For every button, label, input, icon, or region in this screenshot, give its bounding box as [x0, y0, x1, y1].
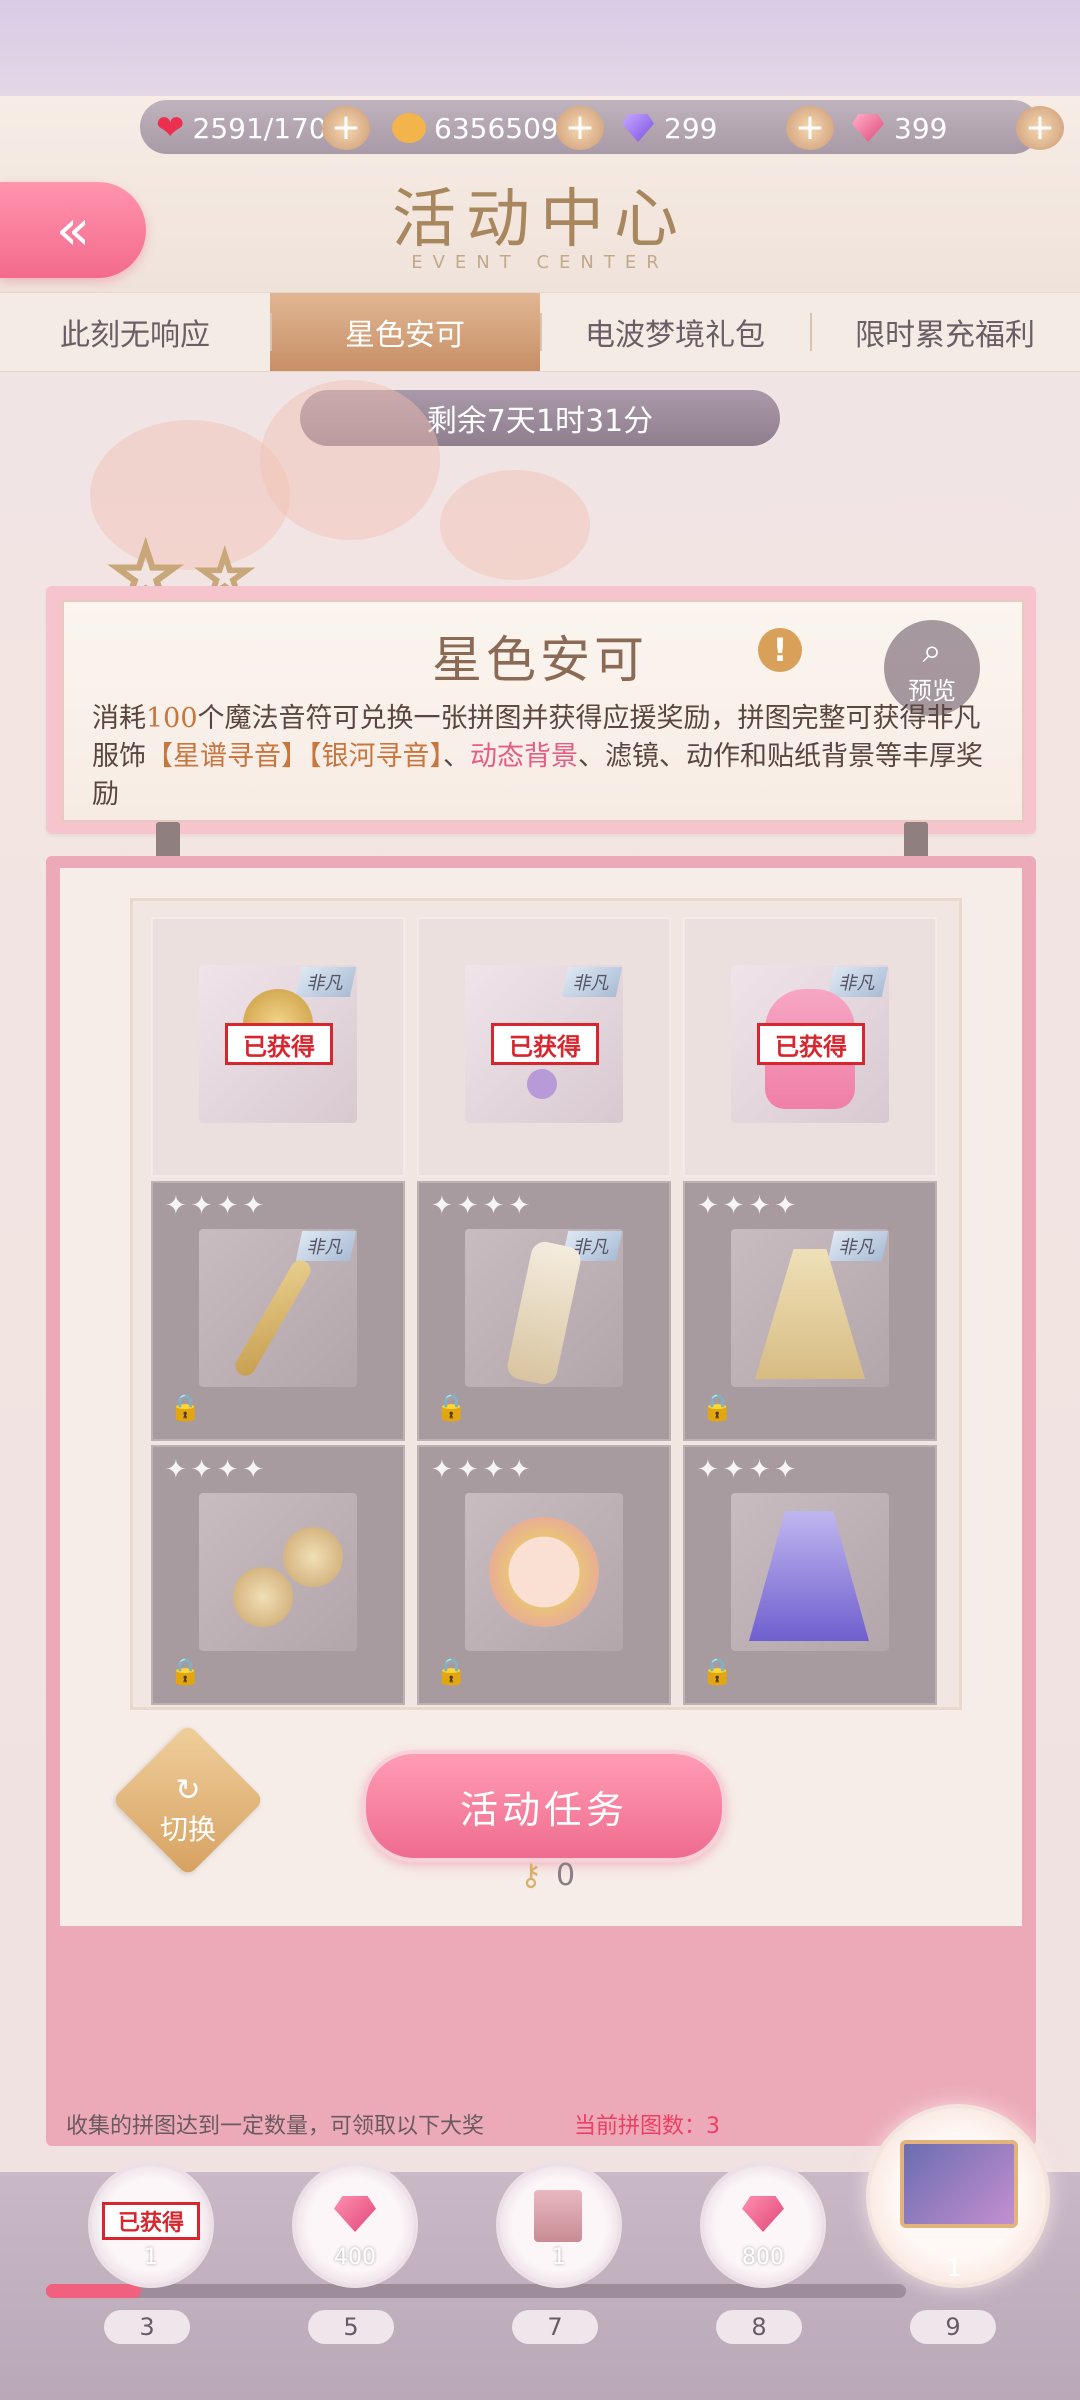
sparkle-icon: ✦✦✦✦: [165, 1455, 269, 1485]
reward-count: 1: [144, 2245, 158, 2270]
tab-bar: 此刻无响应 星色安可 电波梦境礼包 限时累充福利: [0, 292, 1080, 372]
puzzle-cell[interactable]: ✦✦✦✦ 非凡 🔒: [151, 1181, 405, 1441]
switch-label: 切换: [159, 1812, 216, 1846]
tab-dream-pack[interactable]: 电波梦境礼包: [540, 293, 810, 371]
milestone-label: 9: [910, 2310, 996, 2344]
earring-left-icon: [233, 1567, 293, 1627]
reward-count: 1: [552, 2245, 566, 2270]
magnifier-icon: ⌕: [922, 630, 942, 671]
lock-icon: 🔒: [169, 1393, 202, 1423]
rarity-badge: 非凡: [827, 967, 889, 997]
key-counter: ⚷ 0: [520, 1858, 575, 1893]
reward-slot[interactable]: 1: [496, 2162, 622, 2288]
key-count: 0: [555, 1858, 576, 1893]
switch-button-label[interactable]: ↻ 切换: [134, 1756, 242, 1864]
add-coins-button[interactable]: +: [556, 106, 604, 150]
lock-icon: 🔒: [435, 1657, 468, 1687]
lock-icon: 🔒: [701, 1657, 734, 1687]
obtained-stamp: 已获得: [757, 1023, 865, 1065]
rarity-badge: 非凡: [827, 1231, 889, 1261]
resource-coins: 63565093: [392, 106, 577, 150]
treasure-chest-icon: [900, 2140, 1018, 2228]
pink-diamond-icon: [852, 114, 884, 142]
sparkle-icon: ✦✦✦✦: [697, 1191, 801, 1221]
reward-slot[interactable]: 400: [292, 2162, 418, 2288]
current-puzzle-count: 当前拼图数：3: [574, 2114, 720, 2139]
event-task-button[interactable]: 活动任务: [362, 1750, 726, 1862]
rarity-badge: 非凡: [561, 967, 623, 997]
desc-item-1: 【星谱寻音】: [146, 741, 308, 772]
lock-icon: 🔒: [435, 1393, 468, 1423]
coin-icon: [392, 113, 426, 143]
earring-icon: [527, 1069, 557, 1099]
rarity-badge: 非凡: [295, 1231, 357, 1261]
pink-diamond-icon: [742, 2196, 784, 2232]
milestone-label: 3: [104, 2310, 190, 2344]
tab-no-response[interactable]: 此刻无响应: [0, 293, 270, 371]
sparkle-icon: ✦✦✦✦: [431, 1191, 535, 1221]
milestone-label: 7: [512, 2310, 598, 2344]
progress-fill: [46, 2284, 141, 2298]
resource-diamond: 299: [622, 106, 717, 150]
decor-petal: [440, 470, 590, 580]
puzzle-cell[interactable]: ✦✦✦✦ 非凡 🔒: [417, 1181, 671, 1441]
add-stamina-button[interactable]: +: [322, 106, 370, 150]
puzzle-grid: 非凡 已获得 非凡 已获得 非凡 已获得 ✦✦✦✦ 非凡 🔒 ✦✦✦✦ 非凡 🔒…: [130, 898, 962, 1710]
obtained-stamp: 已获得: [102, 2202, 200, 2240]
makeup-face-icon: [489, 1517, 599, 1627]
pink-diamond-icon: [334, 2196, 376, 2232]
reward-slot[interactable]: 800: [700, 2162, 826, 2288]
sparkle-icon: ✦✦✦✦: [431, 1455, 535, 1485]
desc-text: 、: [443, 741, 470, 772]
puzzle-cell[interactable]: ✦✦✦✦ 🔒: [417, 1445, 671, 1705]
desc-number: 100: [146, 703, 198, 734]
page-title: 活动中心: [392, 183, 688, 257]
puzzle-cell[interactable]: ✦✦✦✦ 🔒: [683, 1445, 937, 1705]
key-icon: ⚷: [520, 1858, 542, 1893]
avatar-icon: [534, 2190, 582, 2242]
obtained-stamp: 已获得: [491, 1023, 599, 1065]
milestone-label: 5: [308, 2310, 394, 2344]
desc-dynamic-bg: 动态背景: [470, 741, 578, 772]
tab-star-encore[interactable]: 星色安可: [270, 293, 540, 371]
stamina-value: 2591/170: [192, 111, 327, 145]
sparkle-icon: ✦✦✦✦: [165, 1191, 269, 1221]
add-diamond-button[interactable]: +: [786, 106, 834, 150]
reward-count: 800: [742, 2245, 784, 2270]
desc-text: 消耗: [92, 703, 146, 734]
diamond-icon: [622, 114, 654, 142]
milestone-label: 8: [716, 2310, 802, 2344]
sparkle-icon: ✦✦✦✦: [697, 1455, 801, 1485]
add-pink-diamond-button[interactable]: +: [1016, 106, 1064, 150]
diamond-value: 299: [664, 111, 718, 145]
grand-reward-count: 1: [946, 2254, 962, 2282]
decor-petal: [260, 380, 440, 540]
page-subtitle: EVENT CENTER: [411, 252, 669, 273]
resource-stamina: ❤ 2591/170: [156, 106, 327, 150]
heart-icon: ❤: [156, 108, 185, 148]
refresh-icon: ↻: [175, 1772, 201, 1808]
desc-item-2: 【银河寻音】: [308, 741, 443, 772]
event-description: 消耗100个魔法音符可兑换一张拼图并获得应援奖励，拼图完整可获得非凡服饰【星谱寻…: [92, 700, 992, 814]
puzzle-cell[interactable]: 非凡 已获得: [151, 917, 405, 1177]
tab-recharge-welfare[interactable]: 限时累充福利: [810, 293, 1080, 371]
puzzle-cell[interactable]: 非凡 已获得: [417, 917, 671, 1177]
collect-hint: 收集的拼图达到一定数量，可领取以下大奖: [66, 2114, 485, 2139]
obtained-stamp: 已获得: [225, 1023, 333, 1065]
pink-diamond-value: 399: [894, 111, 948, 145]
earring-right-icon: [283, 1527, 343, 1587]
lock-icon: 🔒: [169, 1657, 202, 1687]
lock-icon: 🔒: [701, 1393, 734, 1423]
info-icon[interactable]: !: [758, 628, 802, 672]
rarity-badge: 非凡: [295, 967, 357, 997]
puzzle-cell[interactable]: ✦✦✦✦ 非凡 🔒: [683, 1181, 937, 1441]
puzzle-cell[interactable]: 非凡 已获得: [683, 917, 937, 1177]
reward-count: 400: [334, 2245, 376, 2270]
puzzle-cell[interactable]: ✦✦✦✦ 🔒: [151, 1445, 405, 1705]
reward-slot[interactable]: 已获得 1: [88, 2162, 214, 2288]
resource-pink-diamond: 399: [852, 106, 947, 150]
